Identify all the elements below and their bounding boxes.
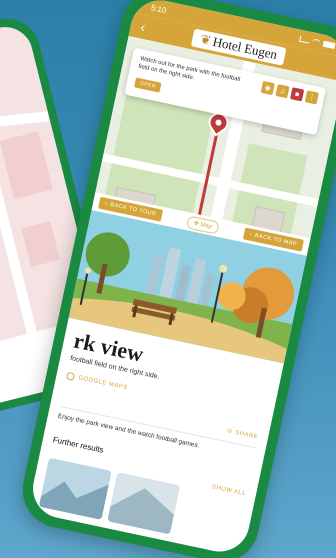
chevron-left-small-icon: ‹ <box>249 231 253 238</box>
chevron-left-icon[interactable]: ‹ <box>139 18 147 35</box>
grid-icon[interactable]: ⋮ <box>304 90 319 105</box>
share-icon: ⧁ <box>226 428 233 436</box>
battery-icon <box>322 40 336 50</box>
result-thumbnail[interactable] <box>107 472 181 535</box>
popup-icons: ◉ ♫ ■ ⋮ <box>260 80 319 105</box>
map-tab-label: Map <box>199 221 213 230</box>
share-label: SHARE <box>234 429 259 441</box>
audio-icon[interactable]: ♫ <box>275 84 290 99</box>
main-phone-screen: 5:10 ‹ ❦Hotel Eugen Watch out for the pa… <box>27 0 336 558</box>
result-thumbnail[interactable] <box>38 457 112 520</box>
status-time: 5:10 <box>150 2 168 15</box>
popup-open-button[interactable]: OPEN <box>133 77 162 93</box>
further-results-list: SHOW ALL <box>38 450 246 548</box>
stop-icon[interactable]: ■ <box>290 87 305 102</box>
logo-mark-icon: ❦ <box>198 31 213 49</box>
show-all-link[interactable]: SHOW ALL <box>211 484 246 497</box>
scene: 5:10 ‹ ❦Hotel Eugen Watch out for the pa… <box>0 0 336 558</box>
pin-icon[interactable]: ◉ <box>260 80 275 96</box>
signal-icon <box>299 35 311 44</box>
google-maps-label: GOOGLE MAPS <box>77 375 129 392</box>
wifi-icon <box>311 38 321 46</box>
map-marker-icon <box>65 371 76 382</box>
chevron-left-small-icon: ‹ <box>104 200 109 208</box>
